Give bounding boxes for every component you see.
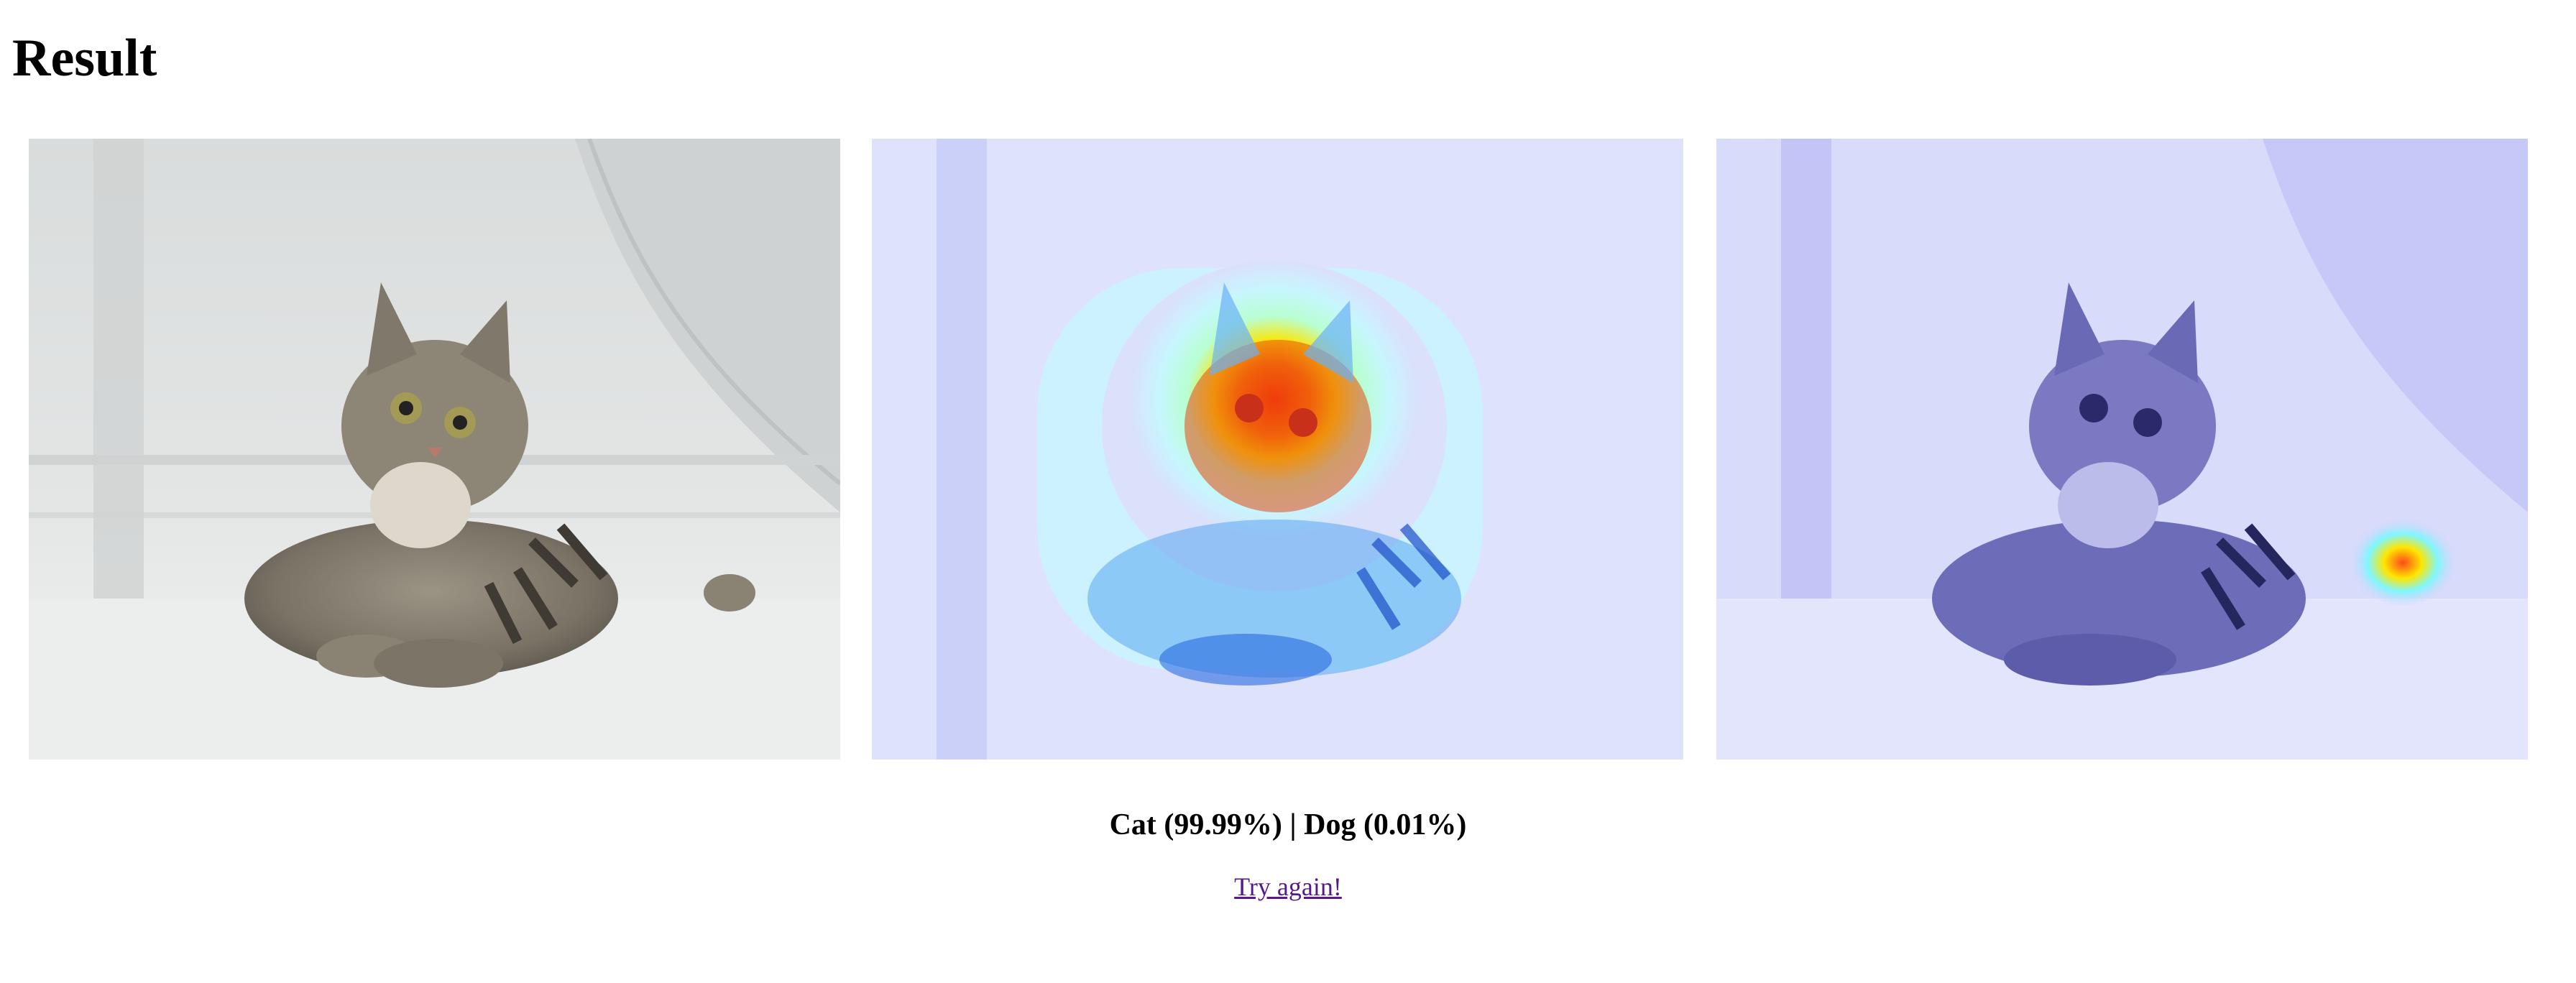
- page-title: Result: [12, 29, 157, 88]
- image-gallery: [29, 139, 2529, 760]
- try-again-link[interactable]: Try again!: [1234, 872, 1342, 901]
- result-page: Result Cat (99.99%) | Dog (0.01%) Try ag…: [0, 0, 2576, 983]
- original-image: [29, 139, 840, 760]
- cat-heatmap-image: [872, 139, 1683, 760]
- prediction-result: Cat (99.99%) | Dog (0.01%): [1109, 808, 1467, 841]
- try-again-container: Try again!: [0, 869, 2576, 904]
- dog-heatmap-image: [1716, 139, 2528, 760]
